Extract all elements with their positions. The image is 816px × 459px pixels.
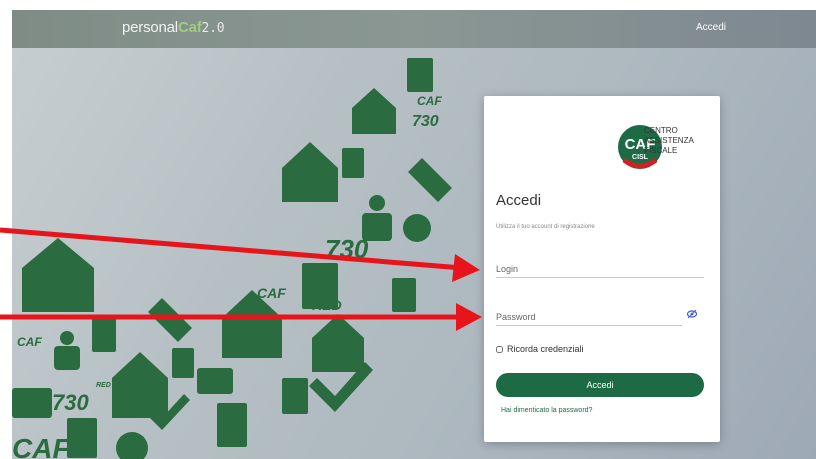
logo-line: CENTRO [644,126,678,135]
badge-pf: PF [349,165,359,172]
badge-730: 730 [325,234,369,264]
badge-caf: CAF [17,335,42,349]
brand-version: 2.0 [201,21,225,36]
document-icon [217,403,247,447]
house-icon [352,88,396,134]
badge-730: 730 [412,113,439,130]
briefcase-icon [12,388,52,418]
nav-login-link[interactable]: Accedi [696,22,726,33]
house-icon [22,238,94,312]
remember-checkbox[interactable] [496,345,503,353]
badge-red: RED [312,297,342,313]
document-icon [282,378,308,414]
password-input[interactable] [496,308,682,326]
badge-pf: PF [398,288,408,295]
badge-caf: CAF [417,94,442,108]
badge-730: 730 [72,448,89,459]
badge-red: RED [96,382,111,389]
logo-line: FISCALE [644,146,678,155]
logo-line: ASSISTENZA [644,136,694,145]
show-password-icon[interactable] [687,309,697,319]
badge-caf: CAF [257,285,286,301]
handshake-icon [408,158,452,202]
person-icon [369,195,385,211]
login-subtitle: Utilizza il tuo account di registrazione [496,224,595,230]
top-navbar: personalCaf2.0 Accedi [12,10,816,48]
forgot-password-link[interactable]: Hai dimenticato la password? [501,407,592,414]
badge-730: 730 [52,390,89,415]
document-icon [342,148,364,178]
brand-prefix: personal [122,19,178,36]
house-icon [312,314,364,372]
login-title: Accedi [496,192,542,209]
badge-caf: CAF [12,433,70,459]
remember-credentials[interactable]: Ricorda credenziali [496,344,584,354]
person-icon [60,331,74,345]
brand-logo[interactable]: personalCaf2.0 [122,19,225,36]
gear-icon [116,432,148,459]
login-input[interactable] [496,260,704,278]
person-icon [54,346,80,370]
house-icon [282,142,338,202]
document-icon [392,278,416,312]
house-icon [112,352,168,418]
remember-label: Ricorda credenziali [507,344,584,354]
login-submit-button[interactable]: Accedi [496,373,704,397]
brand-caf: Caf [177,19,202,36]
badge-pf: PF [177,361,187,368]
login-card: CAF CISL CENTRO ASSISTENZA FISCALE Acced… [484,96,720,442]
badge-730: 730 [225,340,252,357]
app-window: personalCaf2.0 Accedi 730 730 730 730 73… [12,10,816,459]
handshake-icon [148,298,192,342]
briefcase-icon [197,368,233,394]
logo-caption: CENTRO ASSISTENZA FISCALE [644,126,694,156]
document-icon [407,58,433,92]
background-icon-pattern: 730 730 730 730 730 CAF CAF CAF CAF RED … [12,58,452,459]
document-icon [92,318,116,352]
gear-icon [403,214,431,242]
